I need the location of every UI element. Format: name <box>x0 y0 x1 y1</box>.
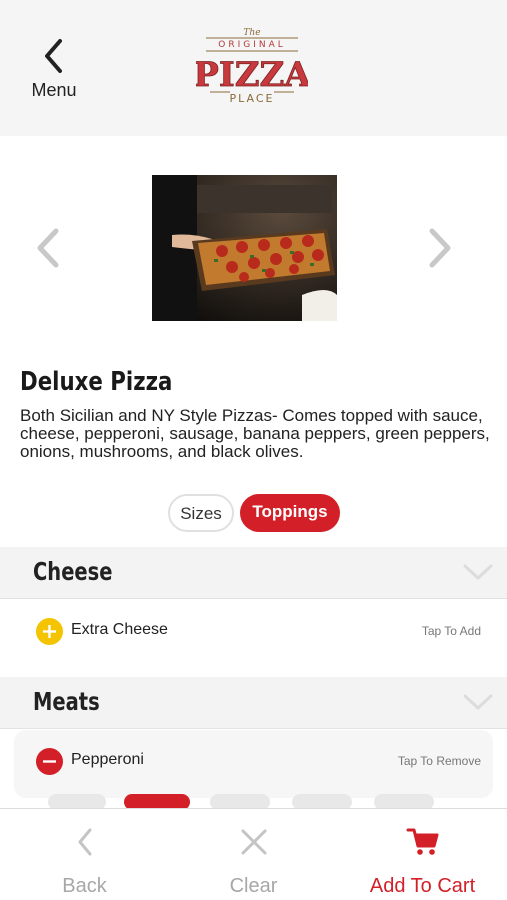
plus-icon[interactable] <box>36 618 63 645</box>
back-button[interactable]: Back <box>0 809 169 900</box>
topping-action-hint: Tap To Add <box>421 624 481 638</box>
chevron-left-icon <box>78 828 91 856</box>
logo-pizza-text: PIZZA <box>196 55 308 95</box>
product-title: Deluxe Pizza <box>20 367 173 397</box>
shopping-cart-icon <box>406 828 438 855</box>
clear-label: Clear <box>229 875 278 897</box>
topping-item-extra-cheese[interactable]: Extra Cheese Tap To Add <box>0 599 507 663</box>
pizza-photo <box>152 175 337 321</box>
chevron-left-icon <box>45 39 62 73</box>
close-icon <box>241 829 266 855</box>
menu-label: Menu <box>31 80 77 100</box>
section-header-meats[interactable]: Meats <box>0 677 507 729</box>
section-header-cheese[interactable]: Cheese <box>0 547 507 599</box>
chevron-down-icon <box>463 564 493 580</box>
bottom-action-bar: Back Clear Add To Cart <box>0 808 507 900</box>
clear-button[interactable]: Clear <box>169 809 338 900</box>
chevron-right-icon <box>429 228 451 268</box>
add-to-cart-button[interactable]: Add To Cart <box>338 809 507 900</box>
product-description: Both Sicilian and NY Style Pizzas- Comes… <box>20 406 490 461</box>
option-tabs: Sizes Toppings <box>0 494 507 534</box>
topping-item-pepperoni[interactable]: Pepperoni Tap To Remove <box>0 729 507 793</box>
topping-action-hint: Tap To Remove <box>397 754 481 768</box>
section-title: Meats <box>33 687 100 716</box>
logo-place-text: PLACE <box>230 92 275 105</box>
topping-name: Extra Cheese <box>71 621 168 638</box>
add-to-cart-label: Add To Cart <box>369 875 476 897</box>
minus-icon[interactable] <box>36 748 63 775</box>
logo-original-text: ORIGINAL <box>218 40 286 50</box>
chevron-down-icon <box>463 694 493 710</box>
tab-toppings[interactable]: Toppings <box>240 494 340 532</box>
chevron-left-icon <box>37 228 59 268</box>
topping-name: Pepperoni <box>71 751 144 768</box>
back-label: Back <box>62 875 107 897</box>
portion-options-row <box>0 794 507 810</box>
carousel-prev-button[interactable] <box>34 228 62 273</box>
menu-back-button[interactable]: Menu <box>22 38 86 101</box>
image-carousel <box>0 170 507 326</box>
pizza-place-logo: The ORIGINAL PIZZA PLACE <box>193 26 312 110</box>
logo-the-text: The <box>243 28 260 38</box>
carousel-next-button[interactable] <box>426 228 454 273</box>
top-header: Menu The ORIGINAL PIZZA PLACE <box>0 0 507 136</box>
section-title: Cheese <box>33 557 113 586</box>
tab-sizes[interactable]: Sizes <box>168 494 234 532</box>
